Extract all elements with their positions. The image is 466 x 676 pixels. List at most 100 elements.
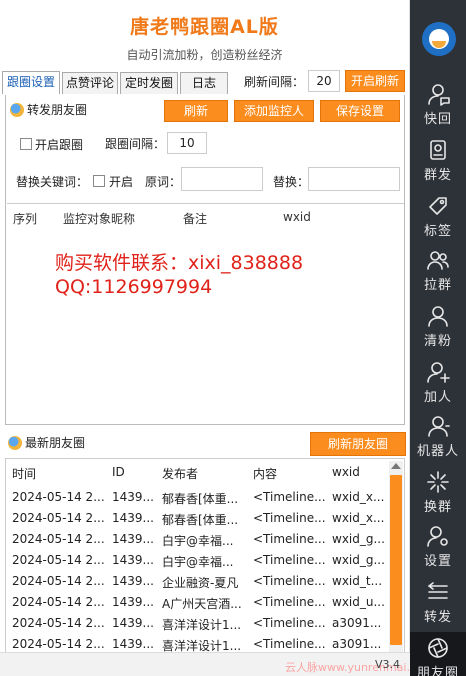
col-time[interactable]: 时间 [12,465,36,482]
table-cell: wxid_u... [332,595,384,609]
table-cell: 1439... [112,595,154,609]
scrollbar-thumb[interactable] [390,475,402,645]
tab-log[interactable]: 日志 [180,72,228,94]
refresh-moments-button[interactable]: 刷新朋友圈 [310,432,406,456]
main-panel: 唐老鸭跟圈AL版 自动引流加粉，创造粉丝经济 跟圈设置 点赞评论 定时发圈 日志… [0,0,433,676]
vertical-scrollbar[interactable] [389,461,403,675]
table-cell: 2024-05-14 2... [12,490,105,504]
start-refresh-button[interactable]: 开启刷新 [345,70,405,92]
refresh-button[interactable]: 刷新 [164,100,228,122]
replace-keyword-label: 替换关键词： [16,175,89,189]
col-index[interactable]: 序列 [13,210,37,227]
sidebar-item-user-gear[interactable]: 设置 [410,520,466,574]
add-user-icon [425,360,451,384]
table-cell: <Timeline... [253,532,326,546]
forward-icon [425,580,451,604]
user-gear-icon [425,524,451,548]
sidebar-item-user-clean[interactable]: 清粉 [410,300,466,354]
sidebar-item-label: 转发 [423,610,452,625]
scroll-up-icon[interactable] [391,463,401,469]
table-cell: wxid_x... [332,511,384,525]
table-row[interactable]: 2024-05-14 2... 1439... 白宇@幸福... <Timeline.… [6,550,388,571]
table-cell: 1439... [112,532,154,546]
table-cell: wxid_g... [332,532,384,546]
col-remark[interactable]: 备注 [183,210,207,227]
broadcast-icon [425,138,451,162]
table-cell: 白宇@幸福... [162,555,234,569]
table-cell: <Timeline... [253,637,326,651]
col-id[interactable]: ID [112,465,125,479]
sidebar-item-label: 清粉 [423,334,452,349]
sidebar-item-label: 拉群 [423,278,452,293]
table-cell: wxid_g... [332,553,384,567]
original-word-label: 原词： [145,175,182,189]
moments-title-text: 最新朋友圈 [25,436,86,450]
original-word-input[interactable] [181,167,263,191]
save-settings-button[interactable]: 保存设置 [320,100,400,122]
table-row[interactable]: 2024-05-14 2... 1439... 白宇@幸福... <Timeline.… [6,529,388,550]
app-subtitle: 自动引流加粉，创造粉丝经济 [126,48,283,62]
table-cell: A广州天宫酒... [162,597,242,611]
table-cell: 郁春香[体重... [162,513,239,527]
sidebar-item-label: 群发 [423,168,452,183]
table-cell: <Timeline... [253,553,326,567]
robot-icon [425,414,451,438]
sidebar-item-tag[interactable]: 标签 [410,190,466,244]
contact-qq-text: QQ:1126997994 [55,276,213,298]
sidebar-item-aperture[interactable]: 朋友圈 [410,632,466,676]
sidebar-item-user-chat[interactable]: 快回 [410,78,466,132]
col-publisher[interactable]: 发布者 [162,465,198,482]
col-monitor-nickname[interactable]: 监控对象昵称 [63,210,135,227]
table-cell: a3091... [332,616,382,630]
enable-follow-label: 开启跟圈 [35,138,84,152]
table-row[interactable]: 2024-05-14 2... 1439... 郁春香[体重... <Timeline… [6,508,388,529]
replace-word-input[interactable] [308,167,400,191]
table-cell: wxid_x... [332,490,384,504]
follow-interval-input[interactable]: 10 [167,132,207,154]
table-cell: a3091... [332,637,382,651]
table-row[interactable]: 2024-05-14 2... 1439... 企业融资-夏凡 <Timeline..… [6,571,388,592]
sidebar-item-forward[interactable]: 转发 [410,576,466,630]
app-header: 唐老鸭跟圈AL版 自动引流加粉，创造粉丝经济 [0,0,409,66]
table-cell: <Timeline... [253,595,326,609]
version-label: V3.4 [375,658,401,671]
sidebar-item-broadcast[interactable]: 群发 [410,134,466,188]
sidebar-item-sparkle[interactable]: 换群 [410,466,466,520]
sidebar-item-label: 机器人 [416,444,459,459]
table-cell: 1439... [112,574,154,588]
add-monitor-button[interactable]: 添加监控人 [234,100,314,122]
sidebar-item-robot[interactable]: 机器人 [410,410,466,464]
user-chat-icon [425,82,451,106]
tab-follow-settings[interactable]: 跟圈设置 [2,71,60,94]
monitor-list[interactable]: 序列 监控对象昵称 备注 wxid 购买软件联系：xixi_838888 QQ:… [7,203,404,423]
tab-like-comment[interactable]: 点赞评论 [62,72,118,94]
moments-table[interactable]: 时间 ID 发布者 内容 wxid 2024-05-14 2... 1439...… [5,458,405,676]
forward-moments-group: 转发朋友圈 刷新 添加监控人 保存设置 开启跟圈 跟圈间隔： 10 替换关键词：… [5,95,405,425]
sidebar-item-add-user[interactable]: 加人 [410,356,466,410]
duck-avatar-icon[interactable] [422,22,456,56]
footer-bar: 云人脉www.yunrenmai.com V3.4 [0,652,433,676]
enable-follow-checkbox[interactable] [20,138,32,150]
table-row[interactable]: 2024-05-14 2... 1439... 喜洋洋设计1... <Timeline… [6,613,388,634]
table-cell: 1439... [112,553,154,567]
table-row[interactable]: 2024-05-14 2... 1439... 郁春香[体重... <Timeline… [6,487,388,508]
sparkle-icon [425,470,451,494]
refresh-interval-input[interactable]: 20 [308,70,340,92]
enable-replace-checkbox[interactable] [93,175,105,187]
table-cell: 2024-05-14 2... [12,553,105,567]
table-cell: <Timeline... [253,490,326,504]
sidebar-item-group[interactable]: 拉群 [410,244,466,298]
forward-section-title: 转发朋友圈 [10,101,87,118]
col-wxid[interactable]: wxid [332,465,360,479]
contact-ad-text: 购买软件联系：xixi_838888 [55,252,304,274]
table-cell: <Timeline... [253,511,326,525]
app-title: 唐老鸭跟圈AL版 [130,16,279,38]
table-cell: 1439... [112,511,154,525]
table-cell: <Timeline... [253,616,326,630]
col-content[interactable]: 内容 [253,465,277,482]
tab-scheduled-post[interactable]: 定时发圈 [120,72,178,94]
tab-bar: 跟圈设置 点赞评论 定时发圈 日志 刷新间隔： 20 开启刷新 [2,70,405,94]
table-row[interactable]: 2024-05-14 2... 1439... A广州天宫酒... <Timeline… [6,592,388,613]
col-wxid[interactable]: wxid [283,210,311,224]
table-cell: 2024-05-14 2... [12,532,105,546]
